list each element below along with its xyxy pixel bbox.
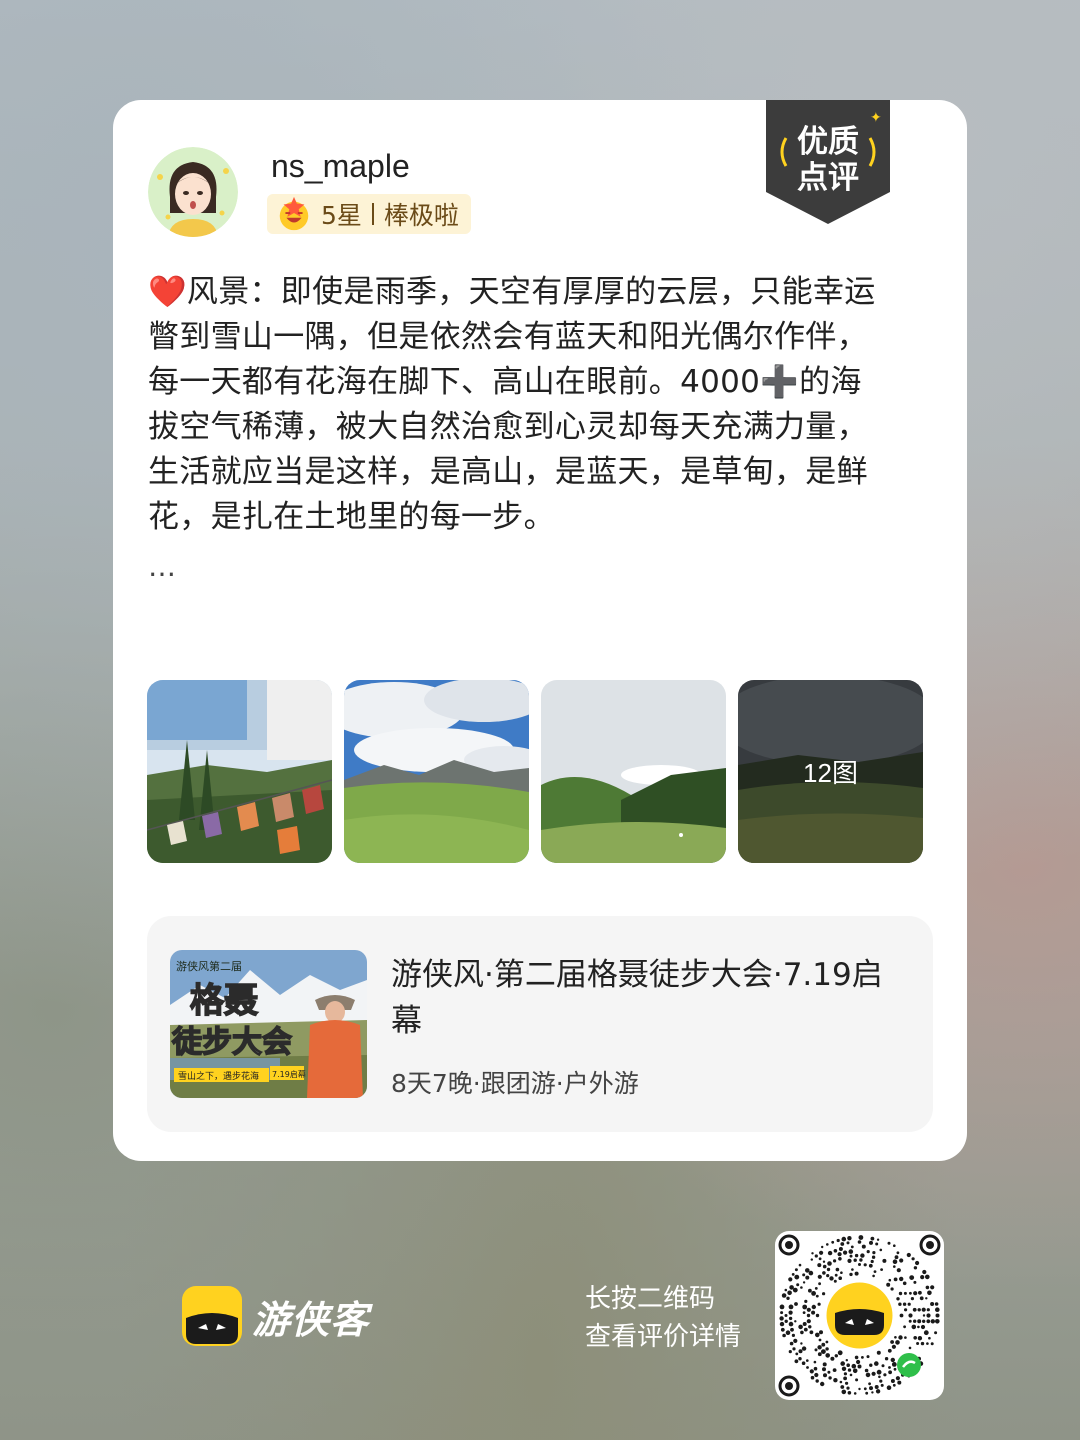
thumb-date-text: 7.19启幕 [272,1069,306,1079]
rating-stars: 5星 [321,201,362,230]
review-line: 瞥到雪山一隅，但是依然会有蓝天和阳光偶尔作伴， [148,319,868,355]
review-line: 花，是扎在土地里的每一步。 [148,499,555,535]
product-meta: 8天7晚·跟团游·户外游 [391,1069,639,1098]
brand-name: 游侠客 [252,1297,370,1342]
review-line: 拔空气稀薄，被大自然治愈到心灵却每天充满力量， [148,409,868,445]
qr-hint: 长按二维码 查看评价详情 [585,1280,741,1356]
svg-text:✦: ✦ [870,110,882,126]
thumb-caption-text: 雪山之下，遇步花海 [178,1070,259,1082]
photo-count-label: 12图 [803,758,858,788]
photo-prayer-flags[interactable] [147,680,332,863]
review-card: ✦ 优质 点评 ns_maple 5星 棒极啦 ❤️风景：即使是雨季，天空有厚厚 [113,100,967,1161]
photo-valley-forest[interactable] [541,680,726,863]
review-line: ❤️风景：即使是雨季，天空有厚厚的云层，只能幸运 [148,274,876,310]
star-face-icon [279,196,309,231]
photo-strip: 12图 [147,680,923,863]
rating-label: 棒极啦 [383,201,459,230]
qr-hint-line1: 长按二维码 [585,1284,716,1314]
thumb-main1-text: 格聂 [190,981,258,1021]
review-line: 生活就应当是这样，是高山，是蓝天，是草甸，是鲜 [148,454,868,490]
youxiake-logo-icon [182,1286,242,1346]
product-card[interactable]: 游侠风第二届 格聂 徒步大会 雪山之下，遇步花海 7.19启幕 游侠风·第二届格… [147,916,933,1132]
thumb-top-text: 游侠风第二届 [176,959,242,973]
thumb-main2-text: 徒步大会 [171,1025,292,1060]
quality-review-badge: ✦ 优质 点评 [766,100,890,224]
photo-meadow-clouds[interactable] [344,680,529,863]
product-title[interactable]: 游侠风·第二届格聂徒步大会·7.19启幕 [391,952,911,1044]
qr-code[interactable] [775,1231,944,1400]
review-line: 每一天都有花海在脚下、高山在眼前。4000➕的海 [148,364,862,400]
rating-tag: 5星 棒极啦 [267,194,471,234]
review-text[interactable]: ❤️风景：即使是雨季，天空有厚厚的云层，只能幸运 瞥到雪山一隅，但是依然会有蓝天… [148,270,938,540]
badge-line1: 优质 [797,124,859,160]
qr-code-pattern [778,1234,941,1397]
review-more-ellipsis[interactable]: … [148,550,176,583]
product-thumbnail: 游侠风第二届 格聂 徒步大会 雪山之下，遇步花海 7.19启幕 [170,950,367,1098]
qr-hint-line2: 查看评价详情 [585,1322,742,1352]
brand: 游侠客 [180,1284,369,1348]
rating-divider [371,203,374,225]
username[interactable]: ns_maple [271,148,410,185]
avatar[interactable] [148,147,238,237]
photo-more-overlay[interactable]: 12图 [738,680,923,863]
badge-line2: 点评 [797,160,859,196]
